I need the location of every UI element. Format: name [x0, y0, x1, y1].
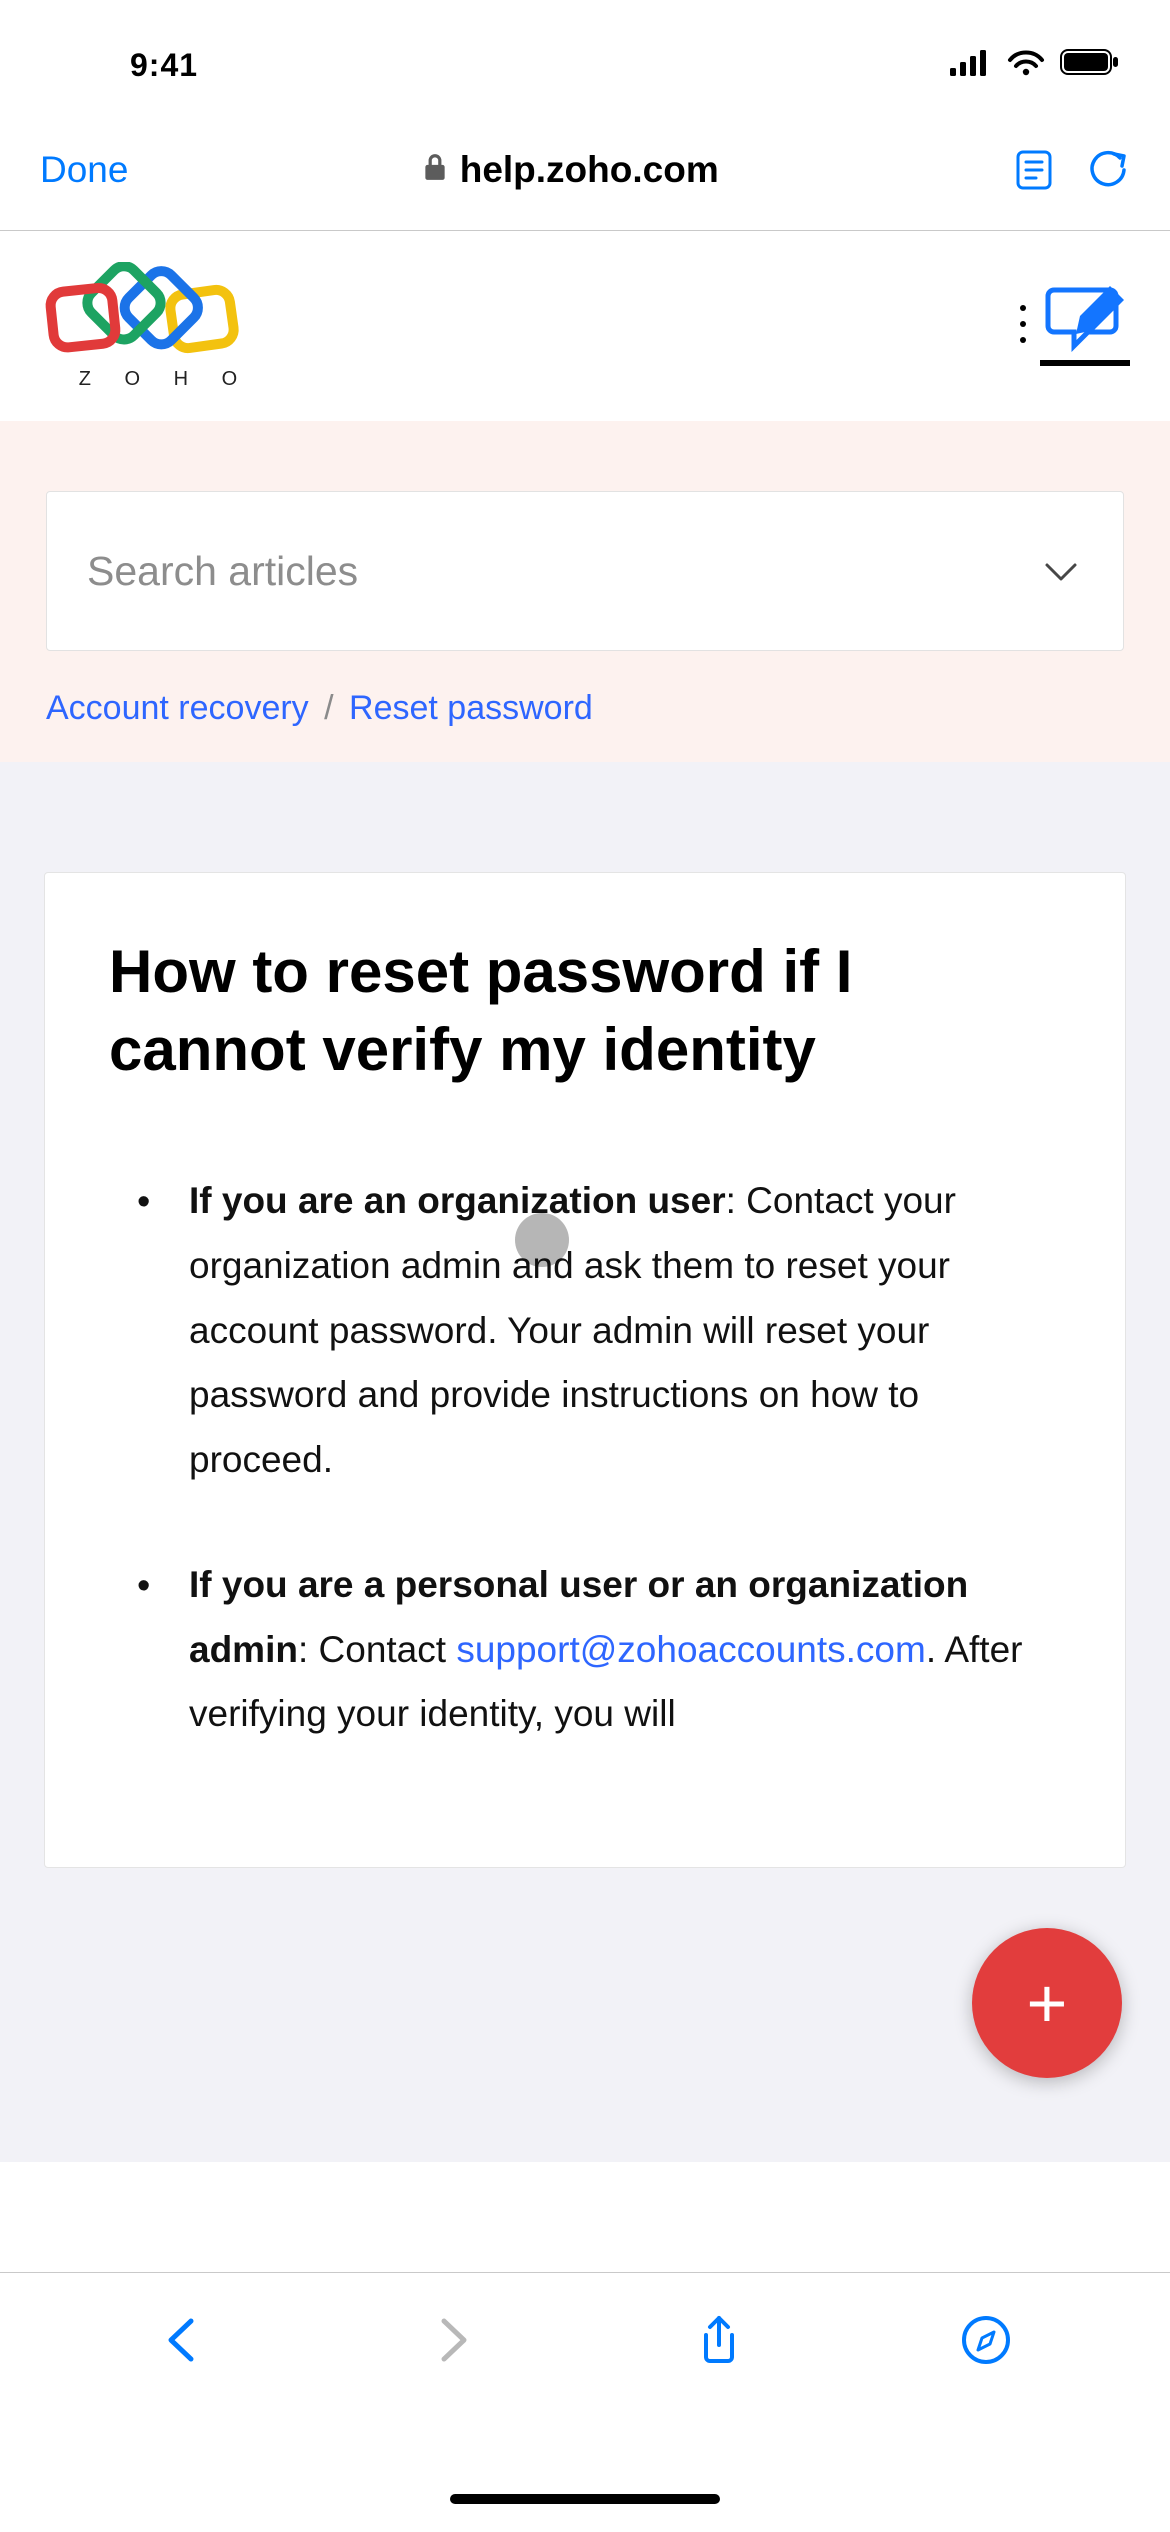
- share-icon[interactable]: [692, 2313, 746, 2367]
- reload-icon[interactable]: [1086, 148, 1130, 192]
- reader-view-icon[interactable]: [1012, 148, 1056, 192]
- battery-icon: [1060, 47, 1120, 84]
- search-section: Account recovery / Reset password: [0, 421, 1170, 762]
- status-icons: [950, 47, 1120, 84]
- bullet-lead: If you are an organization user: [189, 1180, 726, 1221]
- url-display[interactable]: help.zoho.com: [158, 149, 982, 191]
- breadcrumb: Account recovery / Reset password: [46, 651, 1124, 728]
- bullet-body-pre: Contact: [319, 1629, 457, 1670]
- forward-icon: [424, 2313, 478, 2367]
- search-input[interactable]: [87, 548, 1019, 595]
- wifi-icon: [1006, 47, 1046, 84]
- home-indicator: [450, 2494, 720, 2504]
- article-card: How to reset password if I cannot verify…: [44, 872, 1126, 1868]
- breadcrumb-separator: /: [318, 689, 339, 727]
- support-email-link[interactable]: support@zohoaccounts.com: [456, 1629, 925, 1670]
- brand-letters: Z O H O: [79, 368, 251, 391]
- bullet-body: Contact your organization admin and ask …: [189, 1180, 956, 1480]
- breadcrumb-link-account-recovery[interactable]: Account recovery: [46, 689, 309, 727]
- breadcrumb-link-reset-password[interactable]: Reset password: [349, 689, 593, 727]
- feedback-icon[interactable]: [1040, 286, 1130, 366]
- lock-icon: [422, 149, 448, 191]
- safari-bottom-toolbar: [0, 2272, 1170, 2532]
- hamburger-menu-icon[interactable]: [1016, 300, 1030, 353]
- url-host-text: help.zoho.com: [460, 149, 719, 191]
- article-title: How to reset password if I cannot verify…: [109, 933, 1061, 1089]
- site-header: Z O H O: [0, 231, 1170, 421]
- cellular-icon: [950, 47, 992, 84]
- search-box[interactable]: [46, 491, 1124, 651]
- list-item: If you are a personal user or an organiz…: [109, 1553, 1061, 1747]
- safari-address-bar: Done help.zoho.com: [0, 110, 1170, 230]
- chevron-down-icon[interactable]: [1039, 549, 1083, 593]
- plus-icon: +: [1027, 1963, 1068, 2043]
- safari-compass-icon[interactable]: [959, 2313, 1013, 2367]
- done-button[interactable]: Done: [40, 149, 128, 191]
- back-icon[interactable]: [157, 2313, 211, 2367]
- fab-add-button[interactable]: +: [972, 1928, 1122, 2078]
- ios-status-bar: 9:41: [0, 0, 1170, 110]
- status-time: 9:41: [130, 47, 198, 84]
- article-bullet-list: If you are an organization user: Contact…: [109, 1169, 1061, 1747]
- list-item: If you are an organization user: Contact…: [109, 1169, 1061, 1493]
- zoho-logo[interactable]: Z O H O: [40, 262, 290, 391]
